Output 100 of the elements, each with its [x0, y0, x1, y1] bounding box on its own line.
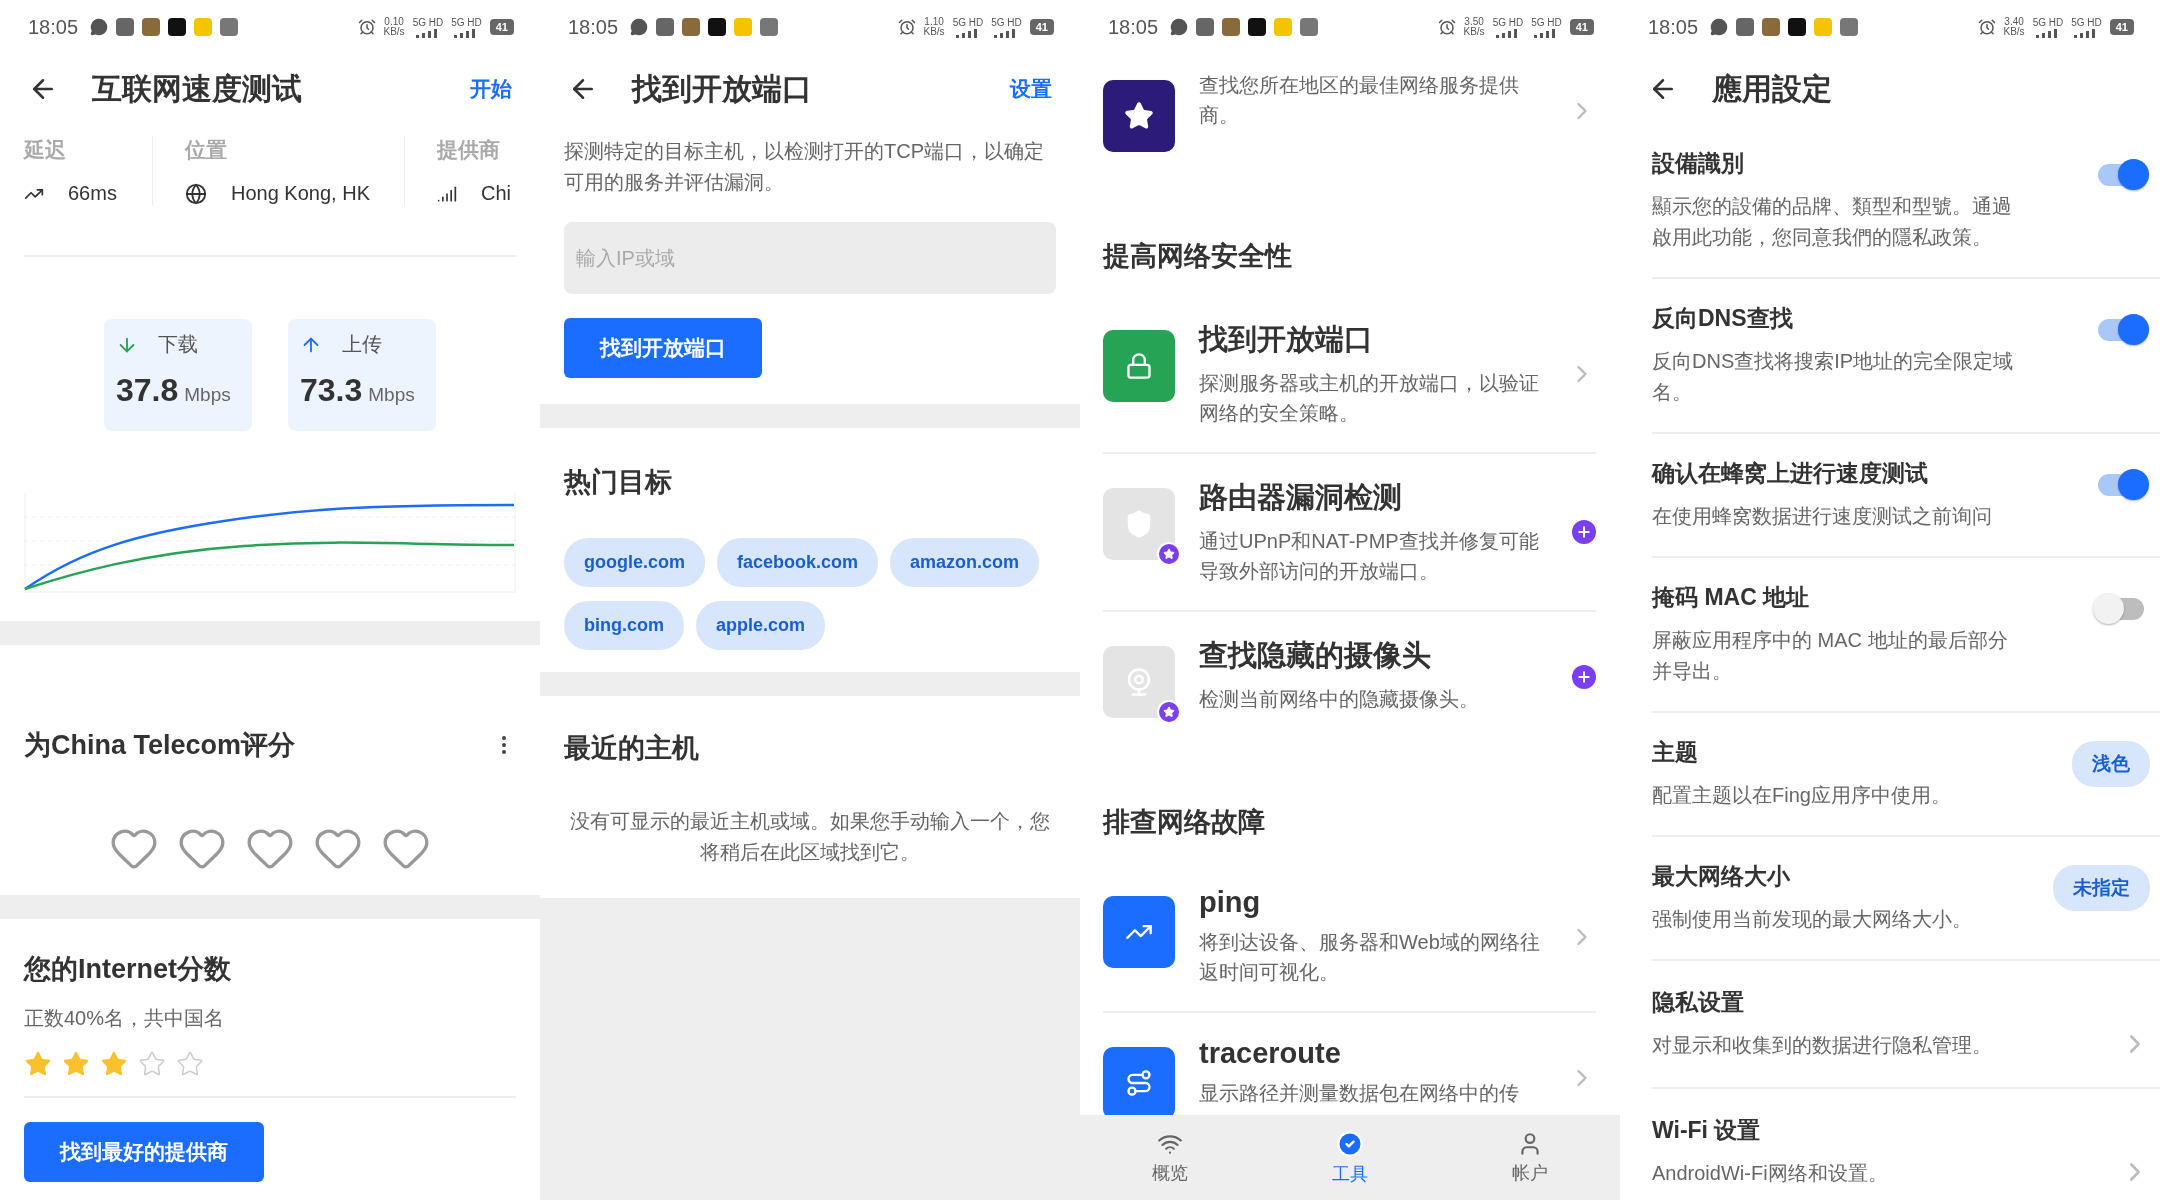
star-icon	[176, 1050, 204, 1078]
speed-label: 上传	[342, 332, 382, 357]
setting-title: 掩码 MAC 地址	[1652, 583, 1811, 612]
setting-description: 反向DNS查找将搜索IP地址的完全限定域名。	[1652, 349, 2014, 405]
score-title: 您的Internet分数	[24, 953, 232, 986]
network-type: 5G HD	[412, 16, 444, 28]
header-action-link[interactable]: 开始	[466, 71, 516, 107]
stat-label: 位置	[185, 137, 228, 163]
stat-value: Chi	[481, 182, 511, 205]
premium-badge	[1157, 700, 1181, 724]
tool-item[interactable]: 路由器漏洞检测 通过UPnP和NAT-PMP查找并修复可能导致外部访问的开放端口。	[1103, 454, 1596, 612]
network-type: 5G HD	[451, 16, 482, 28]
tool-item[interactable]: 找到开放端口 探测服务器或主机的开放端口，以验证网络的安全策略。	[1103, 296, 1596, 454]
star-icon	[138, 1050, 166, 1078]
speed-unit: KB/s	[2003, 27, 2025, 37]
nav-tab[interactable]: 帐户	[1470, 1129, 1590, 1186]
star-icon	[62, 1050, 90, 1078]
check-icon	[1336, 1129, 1364, 1158]
speed-unit: KB/s	[923, 27, 945, 37]
setting-title: Wi-Fi 设置	[1652, 1116, 1762, 1145]
app-icon	[1762, 18, 1781, 36]
tool-item[interactable]: 查找隐藏的摄像头 检测当前网络中的隐藏摄像头。	[1103, 612, 1596, 742]
stat-value: Hong Kong, HK	[231, 182, 370, 205]
setting-description: 对显示和收集到的数据进行隐私管理。	[1652, 1033, 1993, 1058]
clock-time: 18:05	[568, 15, 619, 39]
section-title: 热门目标	[564, 466, 673, 499]
alarm-icon	[1437, 18, 1456, 36]
empty-state-text: 没有可显示的最近主机或域。如果您手动输入一个，您将稍后在此区域找到它。	[569, 809, 1051, 865]
value-chip[interactable]: 浅色	[2072, 741, 2150, 787]
globe-icon	[185, 182, 207, 205]
setting-title: 确认在蜂窝上进行速度测试	[1652, 459, 1929, 488]
value-chip[interactable]: 未指定	[2053, 865, 2150, 911]
tool-item[interactable]: ping 将到达设备、服务器和Web域的网络往返时间可视化。	[1103, 862, 1596, 1013]
setting-title: 反向DNS查找	[1652, 304, 1794, 333]
target-chip[interactable]: facebook.com	[717, 538, 879, 587]
description-text: 探测特定的目标主机，以检测打开的TCP端口，以确定可用的服务并评估漏洞。	[564, 139, 1045, 195]
network-type: 5G HD	[1492, 16, 1524, 28]
battery-level: 41	[1569, 19, 1594, 35]
setting-description: AndroidWi-Fi网络和设置。	[1652, 1161, 1889, 1186]
find-ports-button[interactable]: 找到开放端口	[564, 318, 762, 378]
setting-title: 最大网络大小	[1652, 862, 1791, 891]
tool-description: 显示路径并测量数据包在网络中的传	[1199, 1081, 1520, 1106]
setting-description: 顯示您的設備的品牌、類型和型號。通過啟用此功能，您同意我們的隱私政策。	[1652, 194, 2013, 250]
tool-description: 探测服务器或主机的开放端口，以验证网络的安全策略。	[1199, 371, 1540, 426]
tool-description: 检测当前网络中的隐藏摄像头。	[1199, 687, 1480, 712]
setting-description: 强制使用当前发现的最大网络大小。	[1652, 907, 1973, 932]
app-icon	[1248, 18, 1267, 36]
star-icon	[1124, 101, 1154, 131]
add-icon[interactable]	[1572, 665, 1596, 689]
app-icon	[760, 18, 779, 36]
setting-title: 隐私设置	[1652, 988, 1745, 1017]
score-subtitle: 正数40%名，共中国名	[24, 1006, 226, 1031]
add-icon[interactable]	[1572, 520, 1596, 544]
target-chip[interactable]: bing.com	[564, 601, 684, 650]
signal-icon	[415, 28, 440, 38]
screen-title: 應用設定	[1712, 70, 1833, 107]
header-action-link[interactable]: 设置	[1006, 71, 1056, 107]
app-icon	[142, 18, 161, 36]
lock-icon	[1125, 352, 1153, 380]
stat-label: 延迟	[24, 137, 67, 163]
alarm-icon	[357, 18, 376, 36]
nav-tab[interactable]: 工具	[1290, 1128, 1410, 1187]
app-icon	[1222, 18, 1241, 36]
tool-description: 将到达设备、服务器和Web域的网络往返时间可视化。	[1199, 930, 1541, 985]
tool-item[interactable]: traceroute 显示路径并测量数据包在网络中的传	[1103, 1013, 1596, 1115]
find-provider-button[interactable]: 找到最好的提供商	[24, 1122, 264, 1182]
speed-value: 73.3	[300, 372, 363, 409]
route-icon	[1125, 1069, 1153, 1097]
host-input-field[interactable]: 輸入IP或域	[564, 222, 1056, 294]
app-icon	[220, 18, 239, 36]
app-icon	[1196, 18, 1215, 36]
setting-title: 主题	[1652, 738, 1699, 767]
setting-description: 在使用蜂窝数据进行速度测试之前询问	[1652, 504, 1993, 529]
network-type: 5G HD	[2071, 16, 2102, 28]
rating-title: 为China Telecom评分	[24, 729, 296, 762]
speed-label: 下载	[158, 332, 198, 357]
target-chip[interactable]: amazon.com	[890, 538, 1040, 587]
network-speed: 0.10	[384, 17, 404, 27]
network-type: 5G HD	[952, 16, 984, 28]
app-icon	[1814, 18, 1833, 36]
tool-description: 查找您所在地区的最佳网络服务提供商。	[1199, 73, 1520, 128]
app-icon	[656, 18, 675, 36]
nav-tab[interactable]: 概览	[1110, 1129, 1230, 1186]
target-chip[interactable]: apple.com	[696, 601, 826, 650]
tool-title: traceroute	[1199, 1037, 1342, 1070]
network-speed: 1.10	[924, 17, 944, 27]
target-chip[interactable]: google.com	[564, 538, 705, 587]
app-icon	[734, 18, 753, 36]
app-icon	[168, 18, 187, 36]
speed-value: 37.8	[116, 372, 179, 409]
clock-time: 18:05	[1648, 15, 1699, 39]
screen-title: 互联网速度测试	[92, 70, 303, 107]
setting-title: 設備識別	[1652, 149, 1745, 178]
chat-bubble-icon	[1710, 18, 1729, 36]
tool-item[interactable]: 查找您所在地区的最佳网络服务提供商。	[1103, 54, 1596, 176]
speed-unit: Mbps	[368, 384, 415, 406]
clock-time: 18:05	[28, 15, 79, 39]
section-title: 提高网络安全性	[1103, 240, 1293, 273]
app-icon	[682, 18, 701, 36]
star-icon	[24, 1050, 52, 1078]
